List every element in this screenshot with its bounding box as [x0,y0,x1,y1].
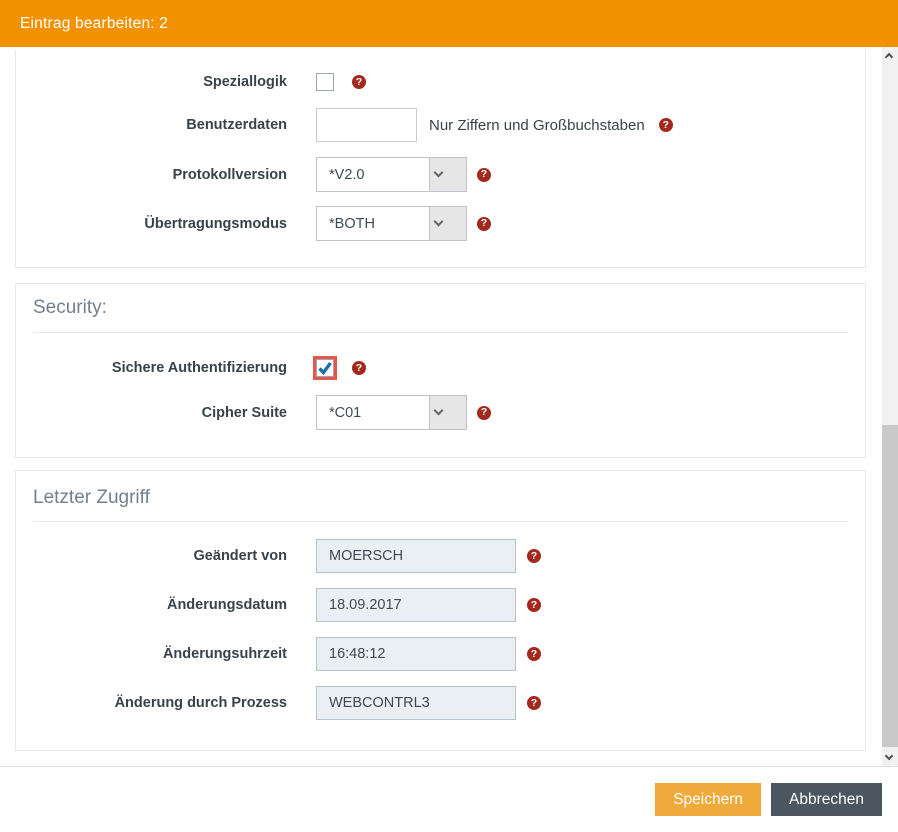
sichere-auth-checkbox[interactable] [316,359,334,377]
aenderungsuhrzeit-field: 16:48:12 [316,637,516,671]
chevron-down-icon [429,158,466,191]
sichere-auth-label: Sichere Authentifizierung [16,360,287,376]
uebertragungsmodus-label: Übertragungsmodus [16,216,287,232]
uebertragungsmodus-selected-value: *BOTH [317,216,375,232]
cancel-button[interactable]: Abbrechen [771,783,882,816]
cipher-suite-select[interactable]: *C01 [316,395,467,430]
dialog-footer: Speichern Abbrechen [0,766,898,832]
uebertragungsmodus-select[interactable]: *BOTH [316,206,467,241]
aenderung-prozess-field: WEBCONTRL3 [316,686,516,720]
speziallogik-help-icon[interactable]: ? [352,75,366,89]
uebertragungsmodus-help-icon[interactable]: ? [477,217,491,231]
chevron-down-icon [429,207,466,240]
sichere-auth-help-icon[interactable]: ? [352,361,366,375]
dialog-header: Eintrag bearbeiten: 2 [0,0,898,47]
aenderungsdatum-label: Änderungsdatum [16,597,287,613]
cipher-suite-row: Cipher Suite *C01 ? [16,395,865,430]
save-button[interactable]: Speichern [655,783,761,816]
aenderungsdatum-row: Änderungsdatum 18.09.2017 ? [16,588,865,622]
aenderung-prozess-row: Änderung durch Prozess WEBCONTRL3 ? [16,686,865,720]
sichere-auth-row: Sichere Authentifizierung ? [16,356,865,380]
geaendert-von-field: MOERSCH [316,539,516,573]
edit-entry-dialog: Eintrag bearbeiten: 2 Speziallogik ? Ben… [0,0,898,832]
aenderungsdatum-help-icon[interactable]: ? [527,598,541,612]
cipher-suite-help-icon[interactable]: ? [477,406,491,420]
section-divider [33,332,848,333]
scroll-down-icon[interactable] [882,749,898,766]
geaendert-von-row: Geändert von MOERSCH ? [16,539,865,573]
protokollversion-selected-value: *V2.0 [317,167,364,183]
aenderungsuhrzeit-row: Änderungsuhrzeit 16:48:12 ? [16,637,865,671]
cipher-suite-label: Cipher Suite [16,405,287,421]
vertical-scrollbar[interactable] [882,47,898,766]
letzter-zugriff-heading: Letzter Zugriff [33,487,150,509]
aenderung-prozess-label: Änderung durch Prozess [16,695,287,711]
geaendert-von-help-icon[interactable]: ? [527,549,541,563]
aenderung-prozess-help-icon[interactable]: ? [527,696,541,710]
general-settings-card: Speziallogik ? Benutzerdaten Nur Ziffern… [15,50,866,268]
benutzerdaten-hint: Nur Ziffern und Großbuchstaben [429,117,645,134]
dialog-title: Eintrag bearbeiten: 2 [20,15,168,33]
benutzerdaten-row: Benutzerdaten Nur Ziffern und Großbuchst… [16,108,865,142]
security-card: Security: Sichere Authentifizierung ? Ci… [15,283,866,458]
aenderungsuhrzeit-label: Änderungsuhrzeit [16,646,287,662]
uebertragungsmodus-row: Übertragungsmodus *BOTH ? [16,206,865,241]
speziallogik-row: Speziallogik ? [16,70,865,94]
protokollversion-row: Protokollversion *V2.0 ? [16,157,865,192]
scroll-up-icon[interactable] [882,47,898,64]
protokollversion-select[interactable]: *V2.0 [316,157,467,192]
cipher-suite-selected-value: *C01 [317,405,361,421]
aenderungsdatum-field: 18.09.2017 [316,588,516,622]
speziallogik-checkbox[interactable] [316,73,334,91]
dialog-body: Speziallogik ? Benutzerdaten Nur Ziffern… [0,47,882,766]
geaendert-von-label: Geändert von [16,548,287,564]
letzter-zugriff-card: Letzter Zugriff Geändert von MOERSCH ? Ä… [15,470,866,751]
chevron-down-icon [429,396,466,429]
protokollversion-label: Protokollversion [16,167,287,183]
benutzerdaten-input[interactable] [316,108,417,142]
security-heading: Security: [33,297,107,319]
aenderungsuhrzeit-help-icon[interactable]: ? [527,647,541,661]
protokollversion-help-icon[interactable]: ? [477,168,491,182]
scrollbar-thumb[interactable] [882,425,898,747]
section-divider [33,521,848,522]
benutzerdaten-help-icon[interactable]: ? [659,118,673,132]
checkmark-icon [317,360,333,376]
speziallogik-label: Speziallogik [16,74,287,90]
benutzerdaten-label: Benutzerdaten [16,117,287,133]
